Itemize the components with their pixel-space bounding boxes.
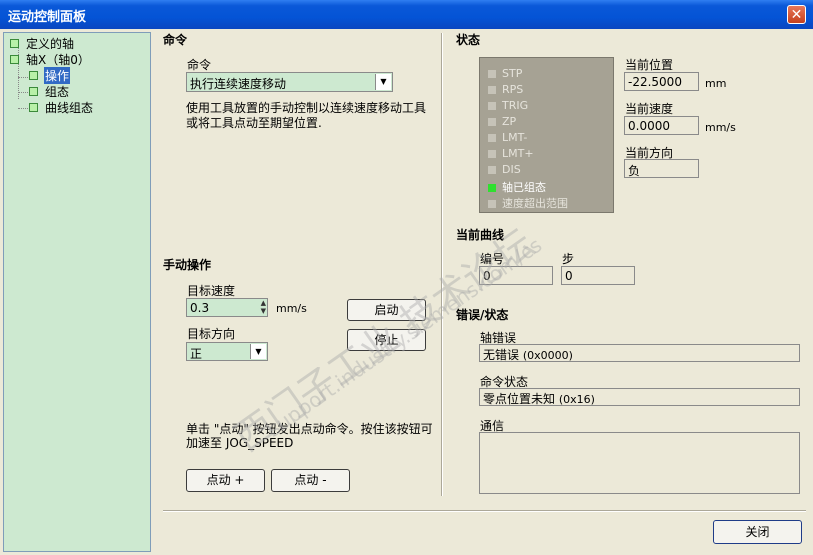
motion-control-window: 运动控制面板 ✕ 定义的轴 轴X（轴0） 操作 组态 曲线组态 命令 命令 执行… bbox=[0, 0, 813, 555]
command-status-field: 零点位置未知 (0x16) bbox=[479, 388, 800, 406]
current-position-label: 当前位置 bbox=[625, 58, 674, 72]
title-bar[interactable]: 运动控制面板 ✕ bbox=[0, 0, 813, 29]
status-flag-trig: TRIG bbox=[488, 99, 528, 112]
spinner-icon[interactable]: ▲ ▼ bbox=[261, 299, 266, 315]
tree-node-icon bbox=[29, 87, 38, 96]
status-led-icon bbox=[488, 86, 496, 94]
command-status-value: 零点位置未知 bbox=[483, 392, 556, 406]
profile-number-field: 0 bbox=[479, 266, 553, 285]
axis-error-field: 无错误 (0x0000) bbox=[479, 344, 800, 362]
tree-node-icon bbox=[29, 103, 38, 112]
current-speed-field: 0.0000 bbox=[624, 116, 699, 135]
tree-item-configuration[interactable]: 组态 bbox=[45, 83, 69, 100]
profile-step-label: 步 bbox=[562, 252, 575, 266]
manual-heading: 手动操作 bbox=[163, 258, 212, 272]
command-select[interactable]: 执行连续速度移动 ▼ bbox=[186, 72, 393, 92]
jog-minus-button[interactable]: 点动 - bbox=[271, 469, 350, 492]
status-flag-axis-configured: 轴已组态 bbox=[488, 179, 546, 195]
status-flags-panel: STP RPS TRIG ZP LMT- LMT+ DIS 轴已组态 速度超出范… bbox=[479, 57, 614, 213]
command-description-line2: 或将工具点动至期望位置. bbox=[186, 116, 322, 130]
current-profile-heading: 当前曲线 bbox=[456, 228, 505, 242]
status-led-icon bbox=[488, 184, 496, 192]
close-button[interactable]: 关闭 bbox=[713, 520, 802, 544]
command-select-value: 执行连续速度移动 bbox=[190, 77, 287, 91]
current-position-field: -22.5000 bbox=[624, 72, 699, 91]
status-led-icon bbox=[488, 150, 496, 158]
section-divider bbox=[441, 33, 443, 496]
command-label: 命令 bbox=[187, 58, 212, 72]
axis-error-code: (0x0000) bbox=[522, 349, 573, 362]
status-led-icon bbox=[488, 70, 496, 78]
tree-item-profile-configuration[interactable]: 曲线组态 bbox=[45, 99, 93, 116]
current-position-unit: mm bbox=[705, 77, 727, 90]
status-heading: 状态 bbox=[456, 33, 481, 47]
target-speed-unit: mm/s bbox=[276, 302, 307, 315]
target-direction-value: 正 bbox=[190, 347, 203, 361]
status-led-icon bbox=[488, 134, 496, 142]
tree-node-icon bbox=[29, 71, 38, 80]
current-speed-unit: mm/s bbox=[705, 121, 736, 134]
close-icon[interactable]: ✕ bbox=[787, 5, 806, 24]
chevron-down-icon[interactable]: ▼ bbox=[375, 74, 391, 90]
tree-item-defined-axes[interactable]: 定义的轴 bbox=[26, 35, 74, 52]
axis-error-value: 无错误 bbox=[483, 348, 520, 362]
stop-button[interactable]: 停止 bbox=[347, 329, 426, 351]
tree-node-icon bbox=[10, 39, 19, 48]
navigation-tree: 定义的轴 轴X（轴0） 操作 组态 曲线组态 bbox=[3, 32, 151, 552]
status-flag-rps: RPS bbox=[488, 83, 523, 96]
status-flag-stp: STP bbox=[488, 67, 522, 80]
start-button[interactable]: 启动 bbox=[347, 299, 426, 321]
footer-divider bbox=[163, 510, 806, 512]
status-led-icon bbox=[488, 200, 496, 208]
status-flag-zp: ZP bbox=[488, 115, 516, 128]
command-status-code: (0x16) bbox=[558, 393, 595, 406]
target-direction-label: 目标方向 bbox=[187, 327, 236, 341]
jog-plus-button[interactable]: 点动 + bbox=[186, 469, 265, 492]
tree-node-icon bbox=[10, 55, 19, 64]
profile-number-label: 编号 bbox=[480, 252, 505, 266]
tree-item-axis-x[interactable]: 轴X（轴0） bbox=[26, 51, 90, 68]
error-status-heading: 错误/状态 bbox=[456, 308, 509, 322]
current-direction-field: 负 bbox=[624, 159, 699, 178]
window-title: 运动控制面板 bbox=[8, 10, 87, 25]
tree-item-operation[interactable]: 操作 bbox=[44, 67, 71, 84]
status-led-icon bbox=[488, 102, 496, 110]
current-speed-label: 当前速度 bbox=[625, 102, 674, 116]
target-speed-value: 0.3 bbox=[190, 301, 210, 315]
status-flag-lmt-minus: LMT- bbox=[488, 131, 527, 144]
status-flag-speed-out-of-range: 速度超出范围 bbox=[488, 195, 568, 211]
profile-step-field: 0 bbox=[561, 266, 635, 285]
communication-field bbox=[479, 432, 800, 494]
status-led-icon bbox=[488, 166, 496, 174]
status-led-icon bbox=[488, 118, 496, 126]
status-flag-dis: DIS bbox=[488, 163, 521, 176]
command-heading: 命令 bbox=[163, 33, 188, 47]
target-speed-label: 目标速度 bbox=[187, 284, 236, 298]
target-speed-input[interactable]: 0.3 ▲ ▼ bbox=[186, 298, 268, 317]
target-direction-select[interactable]: 正 ▼ bbox=[186, 342, 268, 361]
jog-description-line2: 加速至 JOG_SPEED bbox=[186, 436, 294, 450]
status-flag-lmt-plus: LMT+ bbox=[488, 147, 534, 160]
chevron-down-icon[interactable]: ▼ bbox=[250, 344, 266, 359]
